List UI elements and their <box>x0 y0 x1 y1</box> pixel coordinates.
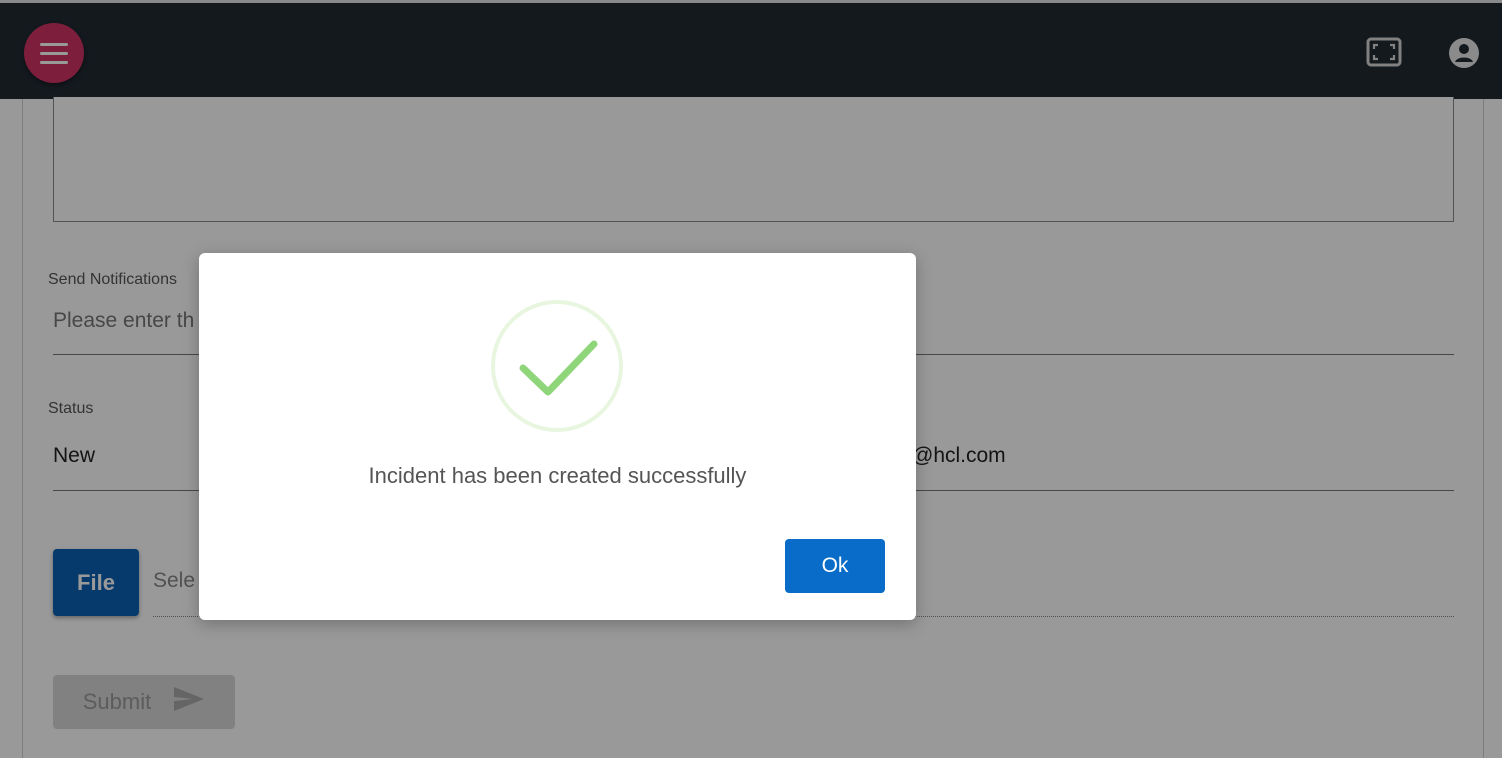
dialog-message: Incident has been created successfully <box>368 463 747 488</box>
ok-button[interactable]: Ok <box>785 539 885 593</box>
success-check-icon <box>519 338 599 403</box>
success-dialog: Incident has been created successfully O… <box>199 253 916 620</box>
